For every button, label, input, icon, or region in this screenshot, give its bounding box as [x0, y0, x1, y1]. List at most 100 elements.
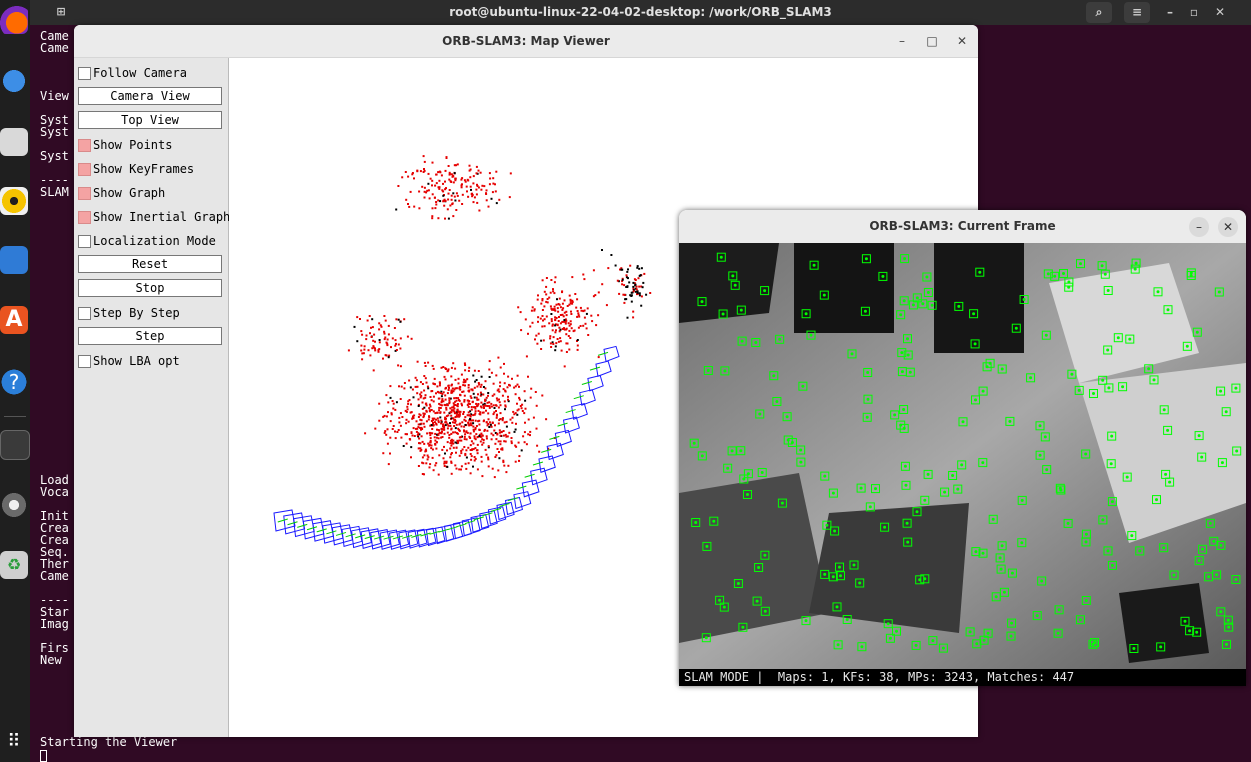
map-point	[397, 343, 400, 346]
feature-point	[705, 544, 709, 548]
feature-point	[941, 646, 945, 650]
thunderbird-icon[interactable]	[0, 67, 28, 95]
map-point	[484, 448, 487, 451]
close-icon[interactable]: ✕	[1210, 2, 1230, 23]
map-point	[428, 407, 431, 410]
map-point	[475, 172, 478, 175]
maximize-icon[interactable]: □	[920, 25, 944, 57]
map-point	[441, 428, 443, 431]
rhythmbox-icon[interactable]	[0, 187, 28, 215]
map-point	[640, 267, 643, 270]
show-keyframes-checkbox[interactable]: Show KeyFrames	[78, 160, 194, 178]
map-point	[458, 468, 461, 471]
map-point	[439, 407, 442, 409]
follow-camera-checkbox[interactable]: Follow Camera	[78, 64, 187, 82]
minimize-icon[interactable]: –	[1189, 217, 1209, 237]
map-point	[438, 409, 441, 412]
feature-point	[930, 303, 934, 307]
map-point	[497, 406, 500, 409]
checkbox-icon[interactable]	[78, 211, 91, 224]
feature-point	[1183, 619, 1187, 623]
map-point	[417, 398, 420, 401]
search-icon[interactable]: ⌕	[1086, 2, 1112, 23]
libreoffice-writer-icon[interactable]	[0, 246, 28, 274]
help-icon[interactable]: ?	[0, 368, 28, 396]
map-point	[557, 340, 560, 343]
map-point	[569, 320, 572, 323]
minimize-icon[interactable]: –	[1160, 2, 1180, 23]
checkbox-icon[interactable]	[78, 235, 91, 248]
show-inertial-graph-checkbox[interactable]: Show Inertial Graph	[78, 208, 230, 226]
minimize-icon[interactable]: –	[890, 25, 914, 57]
show-points-checkbox[interactable]: Show Points	[78, 136, 172, 154]
map-point	[448, 178, 451, 181]
current-frame-window[interactable]: ORB-SLAM3: Current Frame – ✕ SLAM MODE |…	[679, 210, 1246, 686]
feature-point	[733, 283, 737, 287]
show-lba-opt-checkbox[interactable]: Show LBA opt	[78, 352, 180, 370]
keyframe-frustum	[595, 360, 612, 377]
map-point	[466, 404, 469, 406]
close-icon[interactable]: ✕	[1218, 217, 1238, 237]
localization-mode-checkbox[interactable]: Localization Mode	[78, 232, 216, 250]
new-tab-icon[interactable]: ⊞	[50, 3, 72, 21]
checkbox-icon[interactable]	[78, 163, 91, 176]
feature-point	[1106, 348, 1110, 352]
step-by-step-checkbox[interactable]: Step By Step	[78, 304, 180, 322]
firefox-icon[interactable]	[0, 6, 28, 34]
hamburger-menu-icon[interactable]: ≡	[1124, 2, 1150, 23]
map-point	[494, 190, 497, 193]
map-point	[378, 341, 381, 344]
map-point	[457, 382, 460, 385]
show-graph-label: Show Graph	[93, 186, 166, 200]
feature-point	[1162, 546, 1166, 550]
map-point	[458, 199, 461, 202]
trash-icon[interactable]: ♻	[0, 551, 28, 579]
map-point	[365, 334, 368, 337]
feature-point	[1166, 428, 1170, 432]
map-point	[514, 412, 517, 415]
map-point	[490, 197, 493, 200]
feature-point	[825, 523, 829, 527]
settings-icon[interactable]	[0, 491, 28, 519]
feature-point	[718, 598, 722, 602]
map-viewer-titlebar: ORB-SLAM3: Map Viewer – □ ✕	[74, 25, 978, 58]
map-point	[507, 395, 509, 398]
feature-point	[852, 563, 856, 567]
map-point	[476, 468, 479, 471]
feature-point	[906, 337, 909, 341]
map-point	[492, 434, 495, 437]
top-view-button[interactable]: Top View	[78, 111, 222, 129]
map-point	[450, 384, 453, 387]
stop-button[interactable]: Stop	[78, 279, 222, 297]
map-point	[480, 432, 483, 435]
checkbox-icon[interactable]	[78, 139, 91, 152]
covisibility-edge	[516, 485, 527, 490]
checkbox-icon[interactable]	[78, 355, 91, 368]
files-icon[interactable]	[0, 128, 28, 156]
checkbox-icon[interactable]	[78, 67, 91, 80]
camera-view-button[interactable]: Camera View	[78, 87, 222, 105]
checkbox-icon[interactable]	[78, 307, 91, 320]
map-point	[517, 306, 520, 309]
feature-point	[860, 645, 864, 649]
checkbox-icon[interactable]	[78, 187, 91, 200]
maximize-icon[interactable]: ▫	[1184, 2, 1204, 23]
show-graph-checkbox[interactable]: Show Graph	[78, 184, 165, 202]
map-point	[456, 412, 459, 415]
step-button[interactable]: Step	[78, 327, 222, 345]
show-apps-icon[interactable]: ⠿	[0, 728, 28, 756]
feature-point	[998, 556, 1002, 560]
terminal-app-icon[interactable]	[0, 430, 30, 460]
map-point	[469, 418, 471, 421]
map-point	[391, 337, 394, 340]
app-center-icon[interactable]: A	[0, 306, 28, 334]
covisibility-edge	[326, 530, 337, 535]
feature-point	[1008, 419, 1012, 423]
reset-button[interactable]: Reset	[78, 255, 222, 273]
map-point	[458, 454, 461, 457]
map-point	[435, 462, 438, 465]
close-icon[interactable]: ✕	[950, 25, 974, 57]
map-point	[452, 417, 455, 420]
map-point	[444, 169, 447, 172]
map-point	[477, 409, 480, 412]
